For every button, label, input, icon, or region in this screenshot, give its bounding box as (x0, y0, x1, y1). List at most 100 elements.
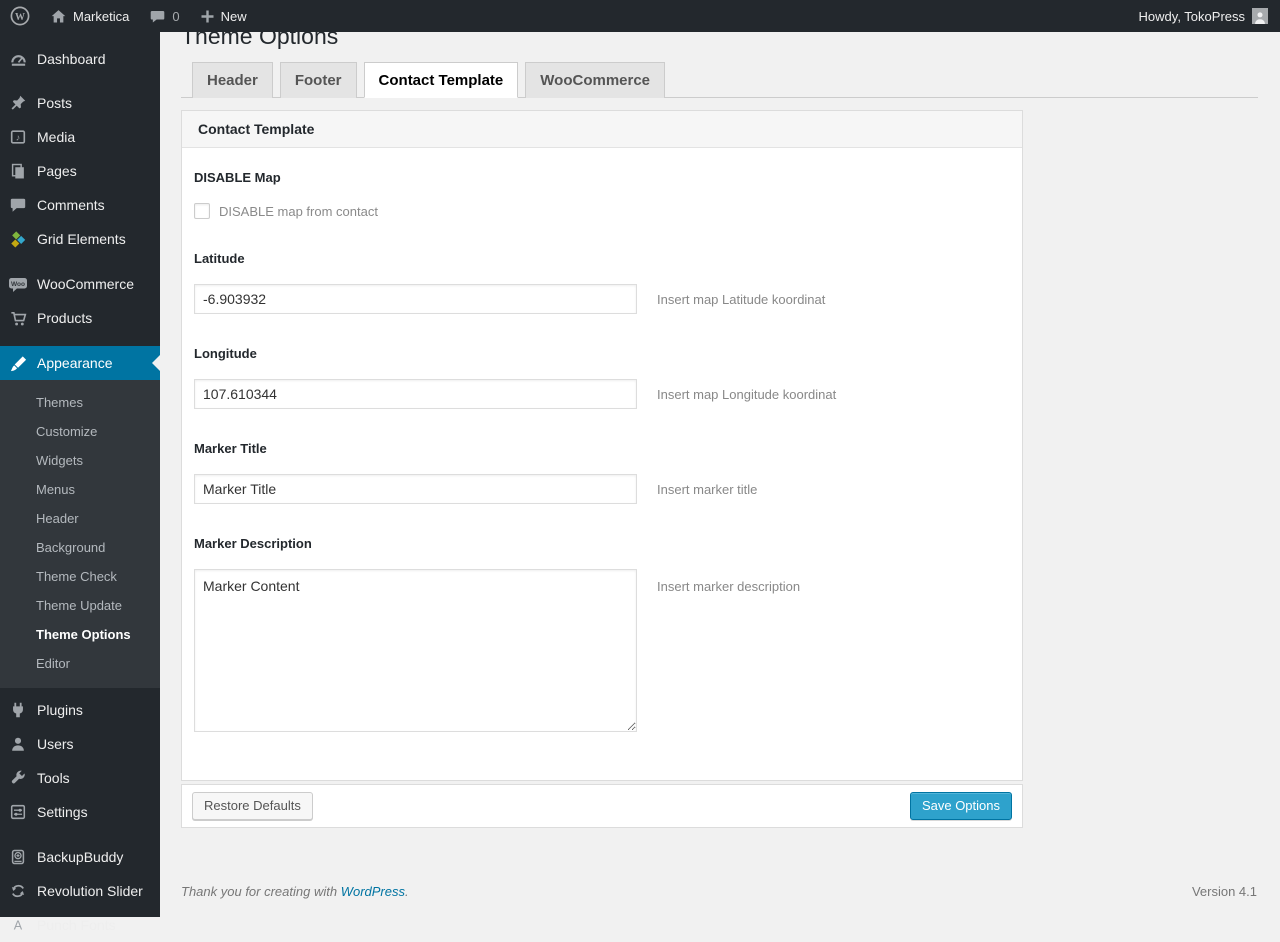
marker-description-field: Marker Description Marker Content Insert… (194, 536, 1010, 732)
marker-description-textarea[interactable]: Marker Content (194, 569, 637, 732)
marker-description-row: Marker Content Insert marker description (194, 569, 1010, 732)
sidebar-item-backupbuddy[interactable]: BackupBuddy (0, 840, 160, 874)
admin-bar: W Marketica 0 New Howdy, TokoPress (0, 0, 1280, 32)
media-icon: ♪ (8, 127, 28, 147)
admin-sidebar: Dashboard Posts ♪ Media Pages Comments G… (0, 32, 160, 933)
sidebar-item-punch-fonts[interactable]: A Punch Fonts (0, 908, 160, 942)
tab-woocommerce[interactable]: WooCommerce (525, 62, 666, 98)
wordpress-logo-menu[interactable]: W (0, 0, 40, 32)
disable-map-checkbox-row: DISABLE map from contact (194, 203, 1010, 219)
field-label: Marker Description (194, 536, 312, 551)
sidebar-item-label: Grid Elements (37, 231, 126, 247)
sidebar-item-comments[interactable]: Comments (0, 188, 160, 222)
sidebar-item-users[interactable]: Users (0, 727, 160, 761)
disable-map-checkbox-label[interactable]: DISABLE map from contact (219, 204, 378, 219)
backup-icon (8, 847, 28, 867)
wordpress-logo-icon: W (10, 6, 30, 26)
field-label: Marker Title (194, 441, 267, 456)
submenu-item-menus[interactable]: Menus (0, 475, 160, 504)
plus-icon (200, 9, 215, 24)
latitude-input[interactable] (194, 284, 637, 314)
save-options-button[interactable]: Save Options (909, 792, 1012, 820)
main-content: Theme Options Header Footer Contact Temp… (160, 0, 1280, 899)
tab-header[interactable]: Header (192, 62, 273, 98)
field-label: DISABLE Map (194, 170, 281, 185)
grid-elements-icon (8, 229, 28, 249)
latitude-field: Latitude Insert map Latitude koordinat (194, 251, 1010, 314)
sidebar-item-label: WooCommerce (37, 276, 134, 292)
submenu-item-widgets[interactable]: Widgets (0, 446, 160, 475)
woocommerce-icon: Woo (8, 274, 28, 294)
comments-icon (8, 195, 28, 215)
settings-icon (8, 802, 28, 822)
sidebar-item-woocommerce[interactable]: Woo WooCommerce (0, 267, 160, 301)
admin-bar-right: Howdy, TokoPress (1139, 0, 1280, 32)
sidebar-item-dashboard[interactable]: Dashboard (0, 42, 160, 76)
new-label: New (220, 8, 247, 24)
sidebar-item-label: Comments (37, 197, 105, 213)
sidebar-item-tools[interactable]: Tools (0, 761, 160, 795)
disable-map-field: DISABLE Map DISABLE map from contact (194, 170, 1010, 219)
thanks-suffix: . (405, 883, 409, 899)
comments-menu[interactable]: 0 (139, 0, 189, 32)
panel-actions-bar: Restore Defaults Save Options (181, 784, 1023, 828)
submenu-item-themes[interactable]: Themes (0, 388, 160, 417)
home-icon (50, 8, 67, 25)
svg-text:♪: ♪ (16, 133, 21, 143)
refresh-icon (8, 881, 28, 901)
cart-icon (8, 308, 28, 328)
sidebar-item-label: Products (37, 310, 93, 326)
sidebar-item-posts[interactable]: Posts (0, 86, 160, 120)
submenu-item-customize[interactable]: Customize (0, 417, 160, 446)
panel-body: DISABLE Map DISABLE map from contact Lat… (182, 148, 1022, 780)
tab-bar: Header Footer Contact Template WooCommer… (181, 62, 1258, 98)
howdy-label[interactable]: Howdy, TokoPress (1139, 9, 1245, 24)
submenu-item-theme-check[interactable]: Theme Check (0, 562, 160, 591)
appearance-submenu: Themes Customize Widgets Menus Header Ba… (0, 380, 160, 688)
sidebar-item-pages[interactable]: Pages (0, 154, 160, 188)
wordpress-link[interactable]: WordPress (341, 884, 405, 899)
submenu-item-header[interactable]: Header (0, 504, 160, 533)
tab-footer[interactable]: Footer (279, 62, 357, 98)
sidebar-item-plugins[interactable]: Plugins (0, 693, 160, 727)
admin-bar-left: W Marketica 0 New (0, 0, 257, 32)
page-footer: Thank you for creating with WordPress. V… (181, 884, 1257, 899)
latitude-row: Insert map Latitude koordinat (194, 284, 1010, 314)
svg-text:Woo: Woo (11, 281, 25, 288)
sidebar-item-media[interactable]: ♪ Media (0, 120, 160, 154)
sidebar-item-grid-elements[interactable]: Grid Elements (0, 222, 160, 256)
longitude-hint: Insert map Longitude koordinat (657, 386, 837, 402)
marker-title-input[interactable] (194, 474, 637, 504)
sidebar-item-appearance[interactable]: Appearance (0, 346, 160, 380)
dashboard-icon (8, 49, 28, 69)
sidebar-item-label: Dashboard (37, 51, 106, 67)
pages-icon (8, 161, 28, 181)
field-label: Latitude (194, 251, 245, 266)
sidebar-item-label: Pages (37, 163, 77, 179)
sidebar-item-label: Punch Fonts (37, 917, 116, 933)
marker-title-field: Marker Title Insert marker title (194, 441, 1010, 504)
submenu-item-theme-update[interactable]: Theme Update (0, 591, 160, 620)
submenu-item-theme-options[interactable]: Theme Options (0, 620, 160, 649)
submenu-item-editor[interactable]: Editor (0, 649, 160, 678)
latitude-hint: Insert map Latitude koordinat (657, 291, 826, 307)
site-name-menu[interactable]: Marketica (40, 0, 139, 32)
letter-a-icon: A (8, 915, 28, 935)
marker-title-row: Insert marker title (194, 474, 1010, 504)
comment-bubble-icon (149, 8, 166, 25)
svg-text:W: W (15, 12, 25, 23)
submenu-item-background[interactable]: Background (0, 533, 160, 562)
user-avatar[interactable] (1252, 8, 1268, 24)
disable-map-checkbox[interactable] (194, 203, 210, 219)
marker-title-hint: Insert marker title (657, 481, 758, 497)
sidebar-item-label: Tools (37, 770, 70, 786)
new-content-menu[interactable]: New (190, 0, 257, 32)
sidebar-item-revolution-slider[interactable]: Revolution Slider (0, 874, 160, 908)
sidebar-item-products[interactable]: Products (0, 301, 160, 335)
marker-description-hint: Insert marker description (657, 579, 801, 594)
longitude-input[interactable] (194, 379, 637, 409)
restore-defaults-button[interactable]: Restore Defaults (192, 792, 313, 820)
sidebar-item-label: Media (37, 129, 76, 145)
tab-contact-template[interactable]: Contact Template (363, 62, 519, 98)
sidebar-item-settings[interactable]: Settings (0, 795, 160, 829)
